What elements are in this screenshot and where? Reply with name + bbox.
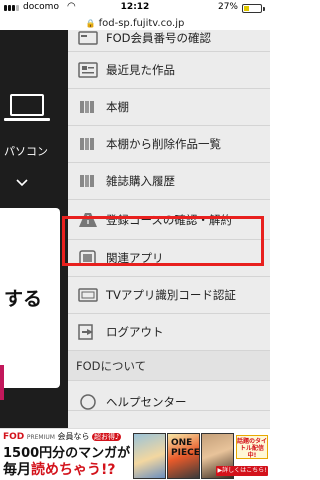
banner-line3-highlight: 読めちゃう!? <box>31 462 116 478</box>
deal-badge: 超お得♪ <box>92 433 122 441</box>
lock-icon: 🔒 <box>85 18 96 28</box>
laptop-icon <box>4 94 50 122</box>
banner-line3-prefix: 毎月 <box>3 462 31 478</box>
cover-title: ONE PIECE <box>171 438 200 458</box>
side-menu: FOD会員番号の確認 最近見た作品 本棚 本棚から削除作品一覧 雑誌購入履歴 登… <box>68 30 270 428</box>
road-icon <box>78 212 98 228</box>
menu-item-logout[interactable]: ログアウト <box>68 314 270 351</box>
page-background: パソコン する <box>0 30 68 428</box>
menu-item-deleted-list[interactable]: 本棚から削除作品一覧 <box>68 126 270 163</box>
menu-item-label: 本棚から削除作品一覧 <box>106 137 221 151</box>
menu-item-label: 関連アプリ <box>106 251 164 265</box>
card-icon <box>78 30 98 46</box>
banner-line3: 毎月読めちゃう!? <box>3 459 116 479</box>
menu-item-tv-code[interactable]: TVアプリ識別コード認証 <box>68 277 270 314</box>
card-text-fragment: する <box>4 288 43 310</box>
section-header-about: FODについて <box>68 351 270 381</box>
menu-item-label: 雑誌購入履歴 <box>106 174 175 188</box>
bookshelf-icon <box>78 99 98 115</box>
battery-percent: 27% <box>217 2 238 12</box>
menu-item-recent[interactable]: 最近見た作品 <box>68 52 270 89</box>
app-icon <box>78 250 98 266</box>
recent-icon <box>78 62 98 78</box>
details-button[interactable]: ▶詳しくはこちら! <box>216 466 268 476</box>
pc-label[interactable]: パソコン <box>4 143 48 159</box>
tv-code-icon <box>78 287 98 303</box>
brand-logo: FOD <box>3 432 25 442</box>
menu-item-label: FOD会員番号の確認 <box>106 31 212 45</box>
manga-cover-2: ONE PIECE <box>167 433 200 479</box>
menu-item-label: TVアプリ識別コード認証 <box>106 288 236 302</box>
menu-item-label: ヘルプセンター <box>106 395 187 409</box>
thumbnail-edge <box>0 365 4 400</box>
menu-item-label: 本棚 <box>106 100 129 114</box>
menu-item-magazine-history[interactable]: 雑誌購入履歴 <box>68 163 270 200</box>
menu-item-help[interactable]: ヘルプセンター <box>68 381 270 411</box>
chevron-down-icon[interactable] <box>16 176 28 188</box>
fod-premium-banner[interactable]: FOD PREMIUM 会員なら 超お得♪ 1500円分のマンガが 毎月読めちゃ… <box>0 428 270 480</box>
premium-label: PREMIUM <box>26 434 55 441</box>
battery-icon <box>242 4 262 13</box>
bookshelf-icon <box>78 173 98 189</box>
hot-titles-tag: 話題のタイトル配信中! <box>236 435 268 459</box>
status-bar: docomo ◠ 12:12 27% <box>0 0 270 16</box>
address-bar[interactable]: 🔒 fod-sp.fujitv.co.jp <box>0 16 270 30</box>
menu-item-course-cancel[interactable]: 登録コースの確認・解約 <box>68 200 270 240</box>
menu-item-bookshelf[interactable]: 本棚 <box>68 89 270 126</box>
menu-item-related-apps[interactable]: 関連アプリ <box>68 240 270 277</box>
menu-item-label: 登録コースの確認・解約 <box>106 212 232 227</box>
menu-item-label: 最近見た作品 <box>106 63 175 77</box>
url-text: fod-sp.fujitv.co.jp <box>98 17 185 29</box>
manga-cover-1 <box>133 433 166 479</box>
help-icon <box>78 394 98 410</box>
logout-icon <box>78 324 98 340</box>
menu-item-label: ログアウト <box>106 325 164 339</box>
bookshelf-icon <box>78 136 98 152</box>
menu-item-member-number[interactable]: FOD会員番号の確認 <box>68 30 270 52</box>
members-text: 会員なら <box>57 432 90 441</box>
